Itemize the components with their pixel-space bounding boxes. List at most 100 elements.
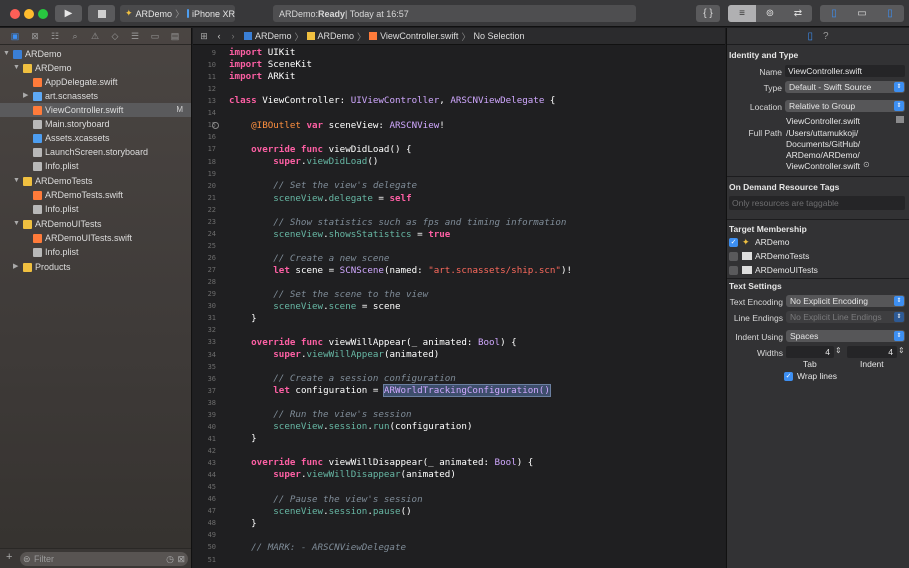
source-control-icon[interactable]: ⊠ (25, 29, 45, 43)
disclosure-closed-icon[interactable]: ▶ (13, 260, 18, 274)
type-popup[interactable]: Default - Swift Source ⇕ (785, 81, 905, 93)
disclosure-open-icon[interactable]: ▼ (13, 217, 20, 231)
location-label: Location (749, 102, 782, 112)
tree-row-file[interactable]: Info.plist (0, 202, 191, 216)
breakpoint-navigator-icon[interactable]: ▭ (145, 29, 165, 43)
filter-icon: ⊜ (23, 554, 31, 564)
breadcrumb-file[interactable]: ViewController.swift (380, 31, 458, 41)
project-icon (244, 32, 252, 40)
folder-icon[interactable] (896, 116, 904, 123)
filter-input[interactable]: ⊜ Filter ◷ ⊠ (20, 552, 188, 566)
disclosure-open-icon[interactable]: ▼ (3, 47, 10, 61)
report-navigator-icon[interactable]: ▤ (165, 29, 185, 43)
reveal-in-finder-icon[interactable]: ⊙ (863, 160, 870, 169)
debug-navigator-icon[interactable]: ☰ (125, 29, 145, 43)
breadcrumb-selection[interactable]: No Selection (473, 31, 524, 41)
target-checkbox[interactable] (729, 266, 738, 275)
tab-stepper-icon[interactable]: ⇕ (835, 346, 842, 355)
tree-row-group[interactable]: ▶ Products (0, 260, 191, 274)
run-button[interactable]: ▶ (55, 5, 82, 22)
file-inspector-icon[interactable]: ▯ (807, 31, 813, 42)
breadcrumb-project[interactable]: ARDemo (255, 31, 292, 41)
tree-row-file[interactable]: Assets.xcassets (0, 131, 191, 145)
toggle-debug-area-icon[interactable]: ▭ (848, 5, 876, 22)
swift-file-icon (33, 234, 42, 243)
section-target-title: Target Membership (729, 224, 807, 234)
recent-files-icon[interactable]: ◷ (166, 552, 174, 566)
project-navigator-folder-icon[interactable]: ▣ (5, 29, 25, 43)
indent-using-popup[interactable]: Spaces ⇕ (786, 330, 905, 342)
quick-help-icon[interactable]: ? (823, 31, 829, 42)
indent-using-label: Indent Using (735, 332, 783, 342)
tree-row-file[interactable]: Main.storyboard (0, 117, 191, 131)
stop-button[interactable] (88, 5, 115, 22)
encoding-popup[interactable]: No Explicit Encoding ⇕ (786, 295, 905, 307)
tree-label: Assets.xcassets (45, 133, 110, 143)
close-window-button[interactable] (10, 9, 20, 19)
tree-row-group[interactable]: ▼ ARDemoTests (0, 174, 191, 188)
location-popup[interactable]: Relative to Group ⇕ (785, 100, 905, 112)
scheme-selector[interactable]: ✦ ARDemo 〉 iPhone XR (120, 5, 235, 22)
disclosure-open-icon[interactable]: ▼ (13, 174, 20, 188)
tab-width-field[interactable]: 4 (786, 346, 834, 358)
line-number: 31 (207, 314, 216, 323)
tree-row-group[interactable]: ▼ ARDemo (0, 61, 191, 75)
library-button[interactable]: { } (696, 5, 720, 22)
tree-label: ARDemoUITests (35, 219, 102, 229)
app-icon: ✦ (125, 8, 133, 18)
endings-popup[interactable]: No Explicit Line Endings ⇕ (786, 311, 905, 323)
endings-value: No Explicit Line Endings (790, 312, 882, 322)
wrap-lines-checkbox[interactable]: ✓ (784, 372, 793, 381)
minimize-window-button[interactable] (24, 9, 34, 19)
folder-icon (306, 32, 315, 40)
disclosure-open-icon[interactable]: ▼ (13, 61, 20, 75)
indent-stepper-icon[interactable]: ⇕ (898, 346, 905, 355)
indent-width-field[interactable]: 4 (847, 346, 897, 358)
standard-editor-icon[interactable]: ≡ (728, 5, 756, 22)
version-editor-icon[interactable]: ⇄ (784, 5, 812, 22)
assistant-editor-icon[interactable]: ⊚ (756, 5, 784, 22)
target-checkbox[interactable]: ✓ (729, 238, 738, 247)
test-navigator-icon[interactable]: ◇ (105, 29, 125, 43)
odr-tags-field: Only resources are taggable (729, 196, 905, 210)
tree-row-project[interactable]: ▼ ARDemo (0, 47, 191, 61)
line-number: 46 (207, 495, 216, 504)
navigator-tabs: ▣ ⊠ ☷ ⌕ ⚠ ◇ ☰ ▭ ▤ (0, 28, 191, 45)
target-checkbox[interactable] (729, 252, 738, 261)
tree-row-file[interactable]: AppDelegate.swift (0, 75, 191, 89)
source-editor[interactable]: 9 10 11 12 13 14 15 16 17 18 19 20 21 22 23 24 25 26 27 28 2… (193, 45, 725, 568)
tree-label: art.scnassets (45, 91, 99, 101)
code-line: // Show statistics such as fps and timin… (273, 217, 567, 228)
toggle-inspector-icon[interactable]: ▯ (876, 5, 904, 22)
tree-row-file[interactable]: ARDemoUITests.swift (0, 231, 191, 245)
chevron-updown-icon: ⇕ (894, 331, 904, 341)
tree-row-file[interactable]: ARDemoTests.swift (0, 188, 191, 202)
breadcrumb-group[interactable]: ARDemo (318, 31, 355, 41)
tree-row-file-selected[interactable]: ViewController.swift M (0, 103, 191, 117)
toggle-navigator-icon[interactable]: ▯ (820, 5, 848, 22)
navigator-filter-bar: + ⊜ Filter ◷ ⊠ (0, 548, 191, 568)
back-icon[interactable]: ‹ (212, 31, 226, 41)
add-icon[interactable]: + (6, 551, 12, 563)
symbol-navigator-icon[interactable]: ☷ (45, 29, 65, 43)
find-navigator-icon[interactable]: ⌕ (65, 29, 85, 43)
tree-label: ViewController.swift (45, 105, 124, 115)
code-line: sceneView.session.run(configuration) (273, 421, 473, 432)
forward-icon[interactable]: › (226, 31, 240, 41)
disclosure-closed-icon[interactable]: ▶ (23, 89, 28, 103)
issue-navigator-icon[interactable]: ⚠ (85, 29, 105, 43)
zoom-window-button[interactable] (38, 9, 48, 19)
tree-row-folder[interactable]: ▶ art.scnassets (0, 89, 191, 103)
outlet-connection-icon[interactable] (212, 122, 219, 129)
name-field[interactable]: ViewController.swift (785, 65, 905, 77)
tree-row-file[interactable]: LaunchScreen.storyboard (0, 145, 191, 159)
tree-row-file[interactable]: Info.plist (0, 245, 191, 259)
code-line: let scene = SCNScene(named: "art.scnasse… (273, 265, 573, 276)
swift-file-icon (369, 32, 378, 40)
related-items-icon[interactable]: ⊞ (196, 31, 212, 42)
code-line: import ARKit (229, 71, 296, 82)
tree-row-file[interactable]: Info.plist (0, 159, 191, 173)
editor-mode-segment: ≡ ⊚ ⇄ (728, 5, 812, 22)
scm-filter-icon[interactable]: ⊠ (177, 552, 185, 566)
tree-row-group[interactable]: ▼ ARDemoUITests (0, 217, 191, 231)
